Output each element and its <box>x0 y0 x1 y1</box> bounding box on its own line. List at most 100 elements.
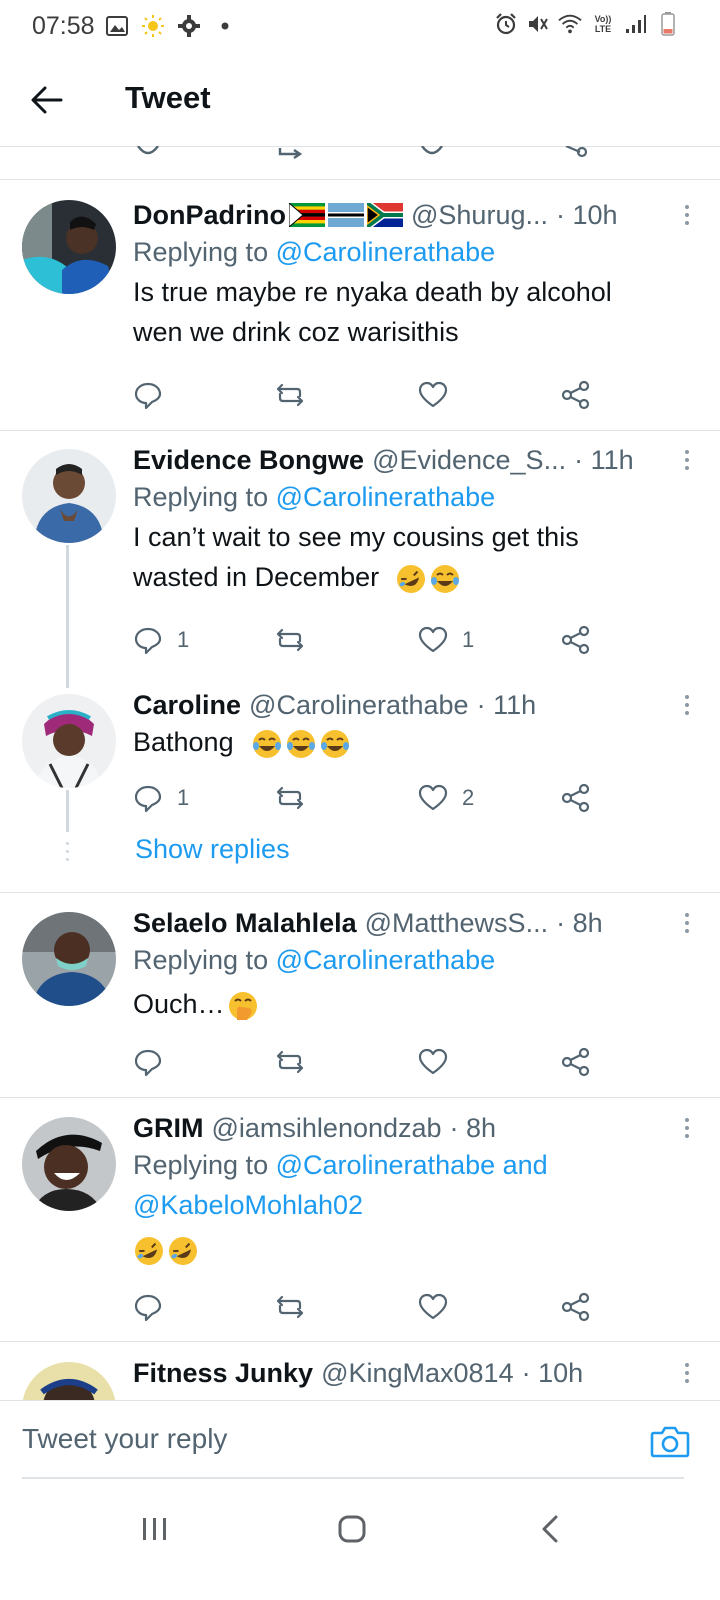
share-button[interactable] <box>561 620 591 660</box>
avatar[interactable] <box>22 449 116 543</box>
reply-input[interactable]: Tweet your reply <box>22 1423 227 1455</box>
tweet-actions <box>133 1287 613 1327</box>
timestamp[interactable]: · 8h <box>556 906 603 940</box>
avatar[interactable] <box>22 912 116 1006</box>
reply-count: 1 <box>177 627 190 652</box>
more-options-button[interactable] <box>675 1356 699 1390</box>
display-name[interactable]: Selaelo Malahlela <box>133 906 357 940</box>
thread-dots <box>66 842 69 861</box>
tears-of-joy-emoji-icon <box>321 729 350 758</box>
like-button[interactable] <box>418 1042 462 1082</box>
share-button[interactable] <box>561 778 591 818</box>
tweet-actions: 1 1 <box>133 620 613 660</box>
tweet-item[interactable]: Caroline @Carolinerathabe · 11h Bathong … <box>0 688 720 878</box>
tweet-text <box>133 1229 689 1269</box>
handle[interactable]: @iamsihlenondzab <box>212 1111 442 1145</box>
tweet-item[interactable]: DonPadrino @Shurug... · 10h Replying to … <box>0 198 720 428</box>
mention-link[interactable]: @KabeloMohlah02 <box>133 1190 363 1220</box>
rolling-laughing-emoji-icon <box>396 564 425 593</box>
share-icon <box>561 783 590 813</box>
share-button[interactable] <box>561 1287 591 1327</box>
gear-icon <box>177 14 201 38</box>
more-options-button[interactable] <box>675 198 699 232</box>
arrow-left-icon <box>31 86 63 114</box>
tweet-actions <box>133 1042 613 1082</box>
reply-count: 1 <box>177 785 190 810</box>
share-button[interactable] <box>561 375 591 415</box>
timestamp[interactable]: · 11h <box>574 443 634 477</box>
retweet-button[interactable] <box>275 1042 305 1082</box>
like-button[interactable] <box>418 1287 462 1327</box>
more-options-button[interactable] <box>675 906 699 940</box>
heart-icon <box>418 381 448 408</box>
avatar[interactable] <box>22 1117 116 1211</box>
back-nav-button[interactable] <box>510 1504 590 1554</box>
status-bar: 07:58 Vo)) LTE <box>0 0 720 56</box>
tweet-item[interactable]: GRIM @iamsihlenondzab · 8h Replying to @… <box>0 1111 720 1341</box>
timestamp[interactable]: · 10h <box>522 1356 584 1390</box>
tweet-item[interactable]: Selaelo Malahlela @MatthewsS... · 8h Rep… <box>0 906 720 1096</box>
avatar[interactable] <box>22 1362 116 1400</box>
more-options-button[interactable] <box>675 443 699 477</box>
thread-line <box>66 545 69 688</box>
tweet-text-line: Bathong <box>133 727 234 757</box>
display-name[interactable]: Evidence Bongwe <box>133 443 364 477</box>
mention-link[interactable]: @Carolinerathabe and <box>276 1150 548 1180</box>
share-button[interactable] <box>561 1042 591 1082</box>
like-count: 1 <box>462 627 475 652</box>
display-name[interactable]: Caroline <box>133 688 241 722</box>
tweet-divider <box>0 179 720 180</box>
timestamp[interactable]: · 11h <box>477 688 537 722</box>
camera-button[interactable] <box>650 1423 690 1459</box>
display-name[interactable]: GRIM <box>133 1111 204 1145</box>
tweet-item[interactable]: Evidence Bongwe @Evidence_S... · 11h Rep… <box>0 443 720 673</box>
reply-icon <box>134 382 162 410</box>
camera-icon <box>650 1426 690 1458</box>
timestamp[interactable]: · 8h <box>450 1111 497 1145</box>
mention-link[interactable]: @Carolinerathabe <box>276 237 496 267</box>
home-button[interactable] <box>312 1504 392 1554</box>
tweet-text-line: Ouch… <box>133 989 225 1019</box>
handle[interactable]: @MatthewsS... <box>365 906 548 940</box>
show-replies-link[interactable]: Show replies <box>135 834 290 865</box>
reply-button[interactable] <box>133 375 177 415</box>
reply-button[interactable] <box>133 1287 177 1327</box>
retweet-button[interactable] <box>275 1287 305 1327</box>
recent-apps-icon <box>143 1518 166 1540</box>
tweet-item[interactable]: Fitness Junky @KingMax0814 · 10h <box>0 1356 720 1400</box>
like-button[interactable]: 1 <box>418 620 474 660</box>
more-options-button[interactable] <box>675 688 699 722</box>
like-count: 2 <box>462 785 475 810</box>
handle[interactable]: @Evidence_S... <box>372 443 566 477</box>
tweet-actions: 1 2 <box>133 778 613 818</box>
tweet-header: DonPadrino @Shurug... · 10h <box>133 198 689 232</box>
retweet-button[interactable] <box>275 620 305 660</box>
page-title: Tweet <box>125 80 211 115</box>
reply-button[interactable] <box>133 1042 177 1082</box>
avatar[interactable] <box>22 200 116 294</box>
handle[interactable]: @Carolinerathabe <box>249 688 469 722</box>
back-button[interactable] <box>22 78 72 122</box>
display-name[interactable]: DonPadrino <box>133 198 286 232</box>
mention-link[interactable]: @Carolinerathabe <box>276 482 496 512</box>
mention-link[interactable]: @Carolinerathabe <box>276 945 496 975</box>
avatar[interactable] <box>22 694 116 788</box>
timestamp[interactable]: · 10h <box>556 198 618 232</box>
reply-button[interactable]: 1 <box>133 778 189 818</box>
retweet-icon <box>276 628 304 652</box>
handle[interactable]: @Shurug... <box>411 198 548 232</box>
replying-prefix: Replying to <box>133 1150 276 1180</box>
like-button[interactable]: 2 <box>418 778 474 818</box>
recent-apps-button[interactable] <box>115 1504 195 1554</box>
retweet-button[interactable] <box>275 375 305 415</box>
reply-button[interactable]: 1 <box>133 620 189 660</box>
volte-icon: Vo)) LTE <box>590 12 616 36</box>
retweet-icon <box>276 1295 304 1319</box>
image-icon <box>105 14 129 38</box>
handle[interactable]: @KingMax0814 <box>321 1356 514 1390</box>
like-button[interactable] <box>418 375 462 415</box>
more-options-button[interactable] <box>675 1111 699 1145</box>
retweet-button[interactable] <box>275 778 305 818</box>
volte-label-bottom: LTE <box>594 24 612 34</box>
display-name[interactable]: Fitness Junky <box>133 1356 313 1390</box>
